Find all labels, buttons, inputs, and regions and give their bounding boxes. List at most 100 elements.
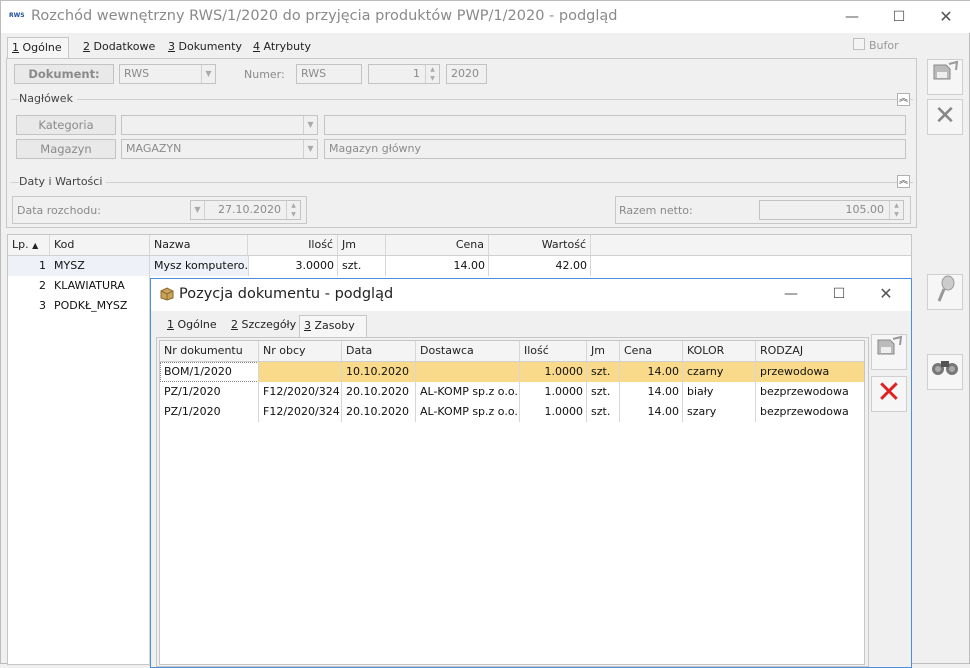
column-header-kod[interactable]: Kod <box>50 235 150 255</box>
cell-kolor[interactable]: szary <box>683 402 756 422</box>
tab-ogolne[interactable]: 1 Ogólne <box>7 37 69 59</box>
cell-dostawca[interactable] <box>416 362 520 382</box>
cell-jm[interactable]: szt. <box>338 256 386 276</box>
razem-netto-field: 105.00 ▲ ▼ <box>759 200 904 220</box>
cell-data[interactable]: 10.10.2020 <box>342 362 416 382</box>
column-header-nr-obcy[interactable]: Nr obcy <box>259 341 342 361</box>
maximize-button[interactable]: ☐ <box>884 5 914 29</box>
column-header-cena[interactable]: Cena <box>386 235 489 255</box>
column-header-ilosc[interactable]: Ilość <box>248 235 338 255</box>
column-header-nazwa[interactable]: Nazwa <box>150 235 248 255</box>
number-field[interactable]: 1 ▲ ▼ <box>368 64 440 84</box>
cell-nr-obcy[interactable]: F12/2020/324 <box>259 382 342 402</box>
razem-netto-label: Razem netto: <box>619 204 693 217</box>
dialog-tab-zasoby[interactable]: 3 Zasoby <box>299 315 367 338</box>
column-header-jm[interactable]: Jm <box>587 341 620 361</box>
cell-nr-obcy[interactable]: F12/2020/324 <box>259 402 342 422</box>
cell-data[interactable]: 20.10.2020 <box>342 402 416 422</box>
cell-ilosc[interactable]: 1.0000 <box>520 402 587 422</box>
cell-nr-dokumentu[interactable]: PZ/1/2020 <box>160 382 259 402</box>
number-series-field[interactable]: RWS <box>296 64 362 84</box>
cell-lp[interactable]: 1 <box>8 256 50 276</box>
spin-icon[interactable]: ▲ ▼ <box>425 65 439 83</box>
column-header-nr-dokumentu[interactable]: Nr dokumentu <box>160 341 259 361</box>
kategoria-select[interactable]: ▼ <box>121 115 318 135</box>
magazyn-desc-field[interactable]: Magazyn główny <box>324 139 906 159</box>
items-grid-header: Lp. ▲ Kod Nazwa Ilość Jm Cena Wartość <box>8 235 911 256</box>
cell-rodzaj[interactable]: przewodowa <box>756 362 864 382</box>
column-header-ilosc[interactable]: Ilość <box>520 341 587 361</box>
chevron-down-icon: ▼ <box>303 116 317 134</box>
collapse-icon[interactable]: ︽ <box>897 93 910 106</box>
cell-kod[interactable]: PODKŁ_MYSZ <box>50 296 150 316</box>
save-icon[interactable] <box>927 59 963 95</box>
dialog-maximize-button[interactable]: ☐ <box>824 282 854 306</box>
dialog-tab-szczegoly[interactable]: 2 Szczegóły <box>227 315 300 337</box>
cell-dostawca[interactable]: AL-KOMP sp.z o.o. <box>416 402 520 422</box>
number-label: Numer: <box>244 68 285 81</box>
column-header-dostawca[interactable]: Dostawca <box>416 341 520 361</box>
column-header-cena[interactable]: Cena <box>620 341 683 361</box>
cell-jm[interactable]: szt. <box>587 402 620 422</box>
cell-wartosc[interactable]: 42.00 <box>489 256 591 276</box>
close-button[interactable]: ✕ <box>931 5 961 29</box>
cell-nr-dokumentu[interactable]: BOM/1/2020 <box>160 362 259 382</box>
collapse-icon[interactable]: ︽ <box>897 175 910 188</box>
cell-dostawca[interactable]: AL-KOMP sp.z o.o. <box>416 382 520 402</box>
cell-rodzaj[interactable]: bezprzewodowa <box>756 382 864 402</box>
cell-kolor[interactable]: czarny <box>683 362 756 382</box>
cell-jm[interactable]: szt. <box>587 362 620 382</box>
delete-icon[interactable]: ✕ <box>871 376 907 412</box>
cell-lp[interactable]: 2 <box>8 276 50 296</box>
chevron-down-icon: ▼ <box>201 65 215 83</box>
cell-cena[interactable]: 14.00 <box>620 382 683 402</box>
document-button[interactable]: Dokument: <box>14 64 114 84</box>
cell-jm[interactable]: szt. <box>587 382 620 402</box>
document-type-select[interactable]: RWS ▼ <box>119 64 216 84</box>
save-icon[interactable] <box>871 334 907 370</box>
column-header-jm[interactable]: Jm <box>338 235 386 255</box>
kategoria-desc-field[interactable] <box>324 115 906 135</box>
title-bar: RWS Rozchód wewnętrzny RWS/1/2020 do prz… <box>1 1 970 33</box>
group-line <box>11 182 913 183</box>
cell-cena[interactable]: 14.00 <box>386 256 489 276</box>
cell-cena[interactable]: 14.00 <box>620 402 683 422</box>
binoculars-icon[interactable] <box>927 354 963 390</box>
kategoria-button[interactable]: Kategoria <box>16 115 116 135</box>
column-header-rodzaj[interactable]: RODZAJ <box>756 341 864 361</box>
magnifier-icon[interactable] <box>927 274 963 310</box>
magazyn-button[interactable]: Magazyn <box>16 139 116 159</box>
column-header-kolor[interactable]: KOLOR <box>683 341 756 361</box>
cell-lp[interactable]: 3 <box>8 296 50 316</box>
bufor-checkbox[interactable] <box>853 38 865 50</box>
cell-kod[interactable]: MYSZ <box>50 256 150 276</box>
cell-cena[interactable]: 14.00 <box>620 362 683 382</box>
cell-ilosc[interactable]: 1.0000 <box>520 382 587 402</box>
column-header-lp[interactable]: Lp. ▲ <box>8 235 50 255</box>
cell-rodzaj[interactable]: bezprzewodowa <box>756 402 864 422</box>
cell-ilosc[interactable]: 1.0000 <box>520 362 587 382</box>
cell-nazwa[interactable]: Mysz komputero… <box>150 256 248 276</box>
tab-dodatkowe[interactable]: 2 Dodatkowe <box>79 37 159 59</box>
cell-data[interactable]: 20.10.2020 <box>342 382 416 402</box>
spin-icon[interactable]: ▲ ▼ <box>286 201 300 219</box>
data-rozchodu-field[interactable]: ▼ 27.10.2020 ▲ ▼ <box>190 200 301 220</box>
tab-dokumenty[interactable]: 3 Dokumenty <box>164 37 246 59</box>
cell-ilosc[interactable]: 3.0000 <box>248 256 338 276</box>
column-header-data[interactable]: Data <box>342 341 416 361</box>
chevron-down-icon[interactable]: ▼ <box>191 201 205 219</box>
cell-nr-dokumentu[interactable]: PZ/1/2020 <box>160 402 259 422</box>
dialog-minimize-button[interactable]: — <box>776 282 806 306</box>
column-header-wartosc[interactable]: Wartość <box>489 235 591 255</box>
minimize-button[interactable]: — <box>837 5 867 29</box>
year-field[interactable]: 2020 <box>446 64 487 84</box>
app-icon: RWS <box>9 12 25 19</box>
cell-nr-obcy[interactable] <box>259 362 342 382</box>
cell-kolor[interactable]: biały <box>683 382 756 402</box>
cancel-icon[interactable]: ✕ <box>927 99 963 135</box>
magazyn-select[interactable]: MAGAZYN ▼ <box>121 139 318 159</box>
tab-atrybuty[interactable]: 4 Atrybuty <box>249 37 315 59</box>
dialog-tab-ogolne[interactable]: 1 Ogólne <box>163 315 221 337</box>
cell-kod[interactable]: KLAWIATURA <box>50 276 150 296</box>
dialog-close-button[interactable]: ✕ <box>871 282 901 306</box>
